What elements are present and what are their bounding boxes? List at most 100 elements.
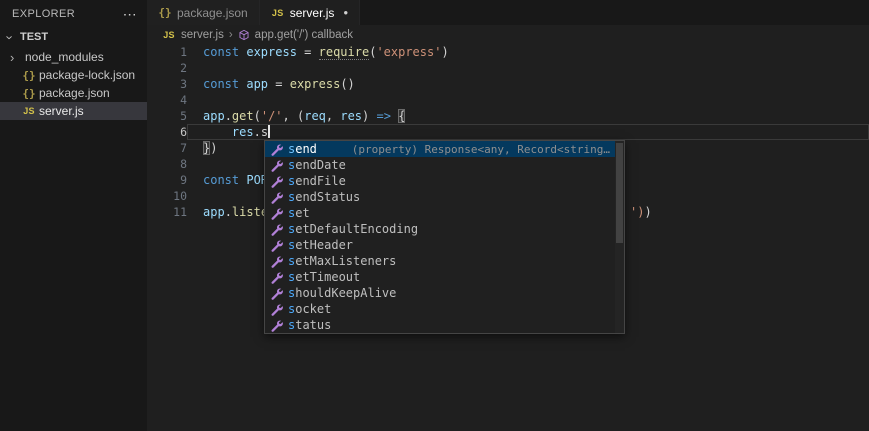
line-number[interactable]: 5 [147,108,187,124]
chevron-right-icon: › [10,49,15,65]
breadcrumb-file[interactable]: server.js [181,29,224,41]
code-text[interactable]: res.s [187,124,869,140]
explorer-item-server.js[interactable]: JS server.js [0,102,147,120]
tab-label: package.json [177,5,248,20]
suggestion-list: send (property) Response<any, Record<stri… [265,141,624,333]
line-number[interactable]: 4 [147,92,187,108]
explorer-item-package.json[interactable]: {} package.json [0,84,147,102]
code-line-2: 2 [147,60,869,76]
text-cursor [268,124,270,138]
file-tree: › node_modules{} package-lock.json{} packag… [0,48,147,120]
property-icon [268,158,284,172]
js-file-icon: JS [23,106,35,116]
code-token: require [318,45,370,60]
line-number[interactable]: 6 [147,124,187,140]
file-name: server.js [39,104,84,118]
json-file-icon: {} [158,6,172,19]
suggestion-label: status [288,318,332,332]
suggestion-label: shouldKeepAlive [288,286,397,300]
code-token: app [246,77,269,91]
property-icon [268,142,284,156]
explorer-item-node_modules[interactable]: › node_modules [0,48,147,66]
property-icon [268,254,284,268]
breadcrumb: JS server.js › app.get('/') callback [147,25,869,44]
code-line-1: 1 const express = require('express') [147,44,869,60]
code-text[interactable]: app.get('/', (req, res) => { [187,108,869,124]
code-token: () [340,77,355,91]
suggestion-setDefaultEncoding[interactable]: setDefaultEncoding [265,221,624,237]
workspace-name: TEST [20,31,49,43]
suggestion-sendStatus[interactable]: sendStatus [265,189,624,205]
code-line-3: 3 const app = express() [147,76,869,92]
suggestion-send[interactable]: send (property) Response<any, Record<stri… [265,141,624,157]
property-icon [268,222,284,236]
editor-group: {} package.json JS server.js ● JS server.js … [147,0,869,431]
suggest-scrollbar-thumb[interactable] [616,143,623,243]
code-text[interactable]: const app = express() [187,76,869,92]
tab-package.json[interactable]: {} package.json [147,0,260,25]
suggestion-label: socket [288,302,332,316]
vscode-window: EXPLORER ⋯ › TEST › node_modules{} package… [0,0,869,431]
chevron-down-icon: › [2,34,18,40]
code-token: app [203,109,225,123]
code-token: ( [253,109,261,123]
suggestion-sendFile[interactable]: sendFile [265,173,624,189]
code-token: req [304,109,326,123]
suggestion-sendDate[interactable]: sendDate [265,157,624,173]
code-token: res [340,109,363,123]
tab-bar: {} package.json JS server.js ● [147,0,869,25]
code-token: , [325,109,341,123]
suggestion-setMaxListeners[interactable]: setMaxListeners [265,253,624,269]
line-number[interactable]: 10 [147,188,187,204]
code-token: app [203,205,225,219]
code-token: const [203,173,240,187]
tab-server.js[interactable]: JS server.js ● [259,0,361,25]
suggestion-setHeader[interactable]: setHeader [265,237,624,253]
code-text[interactable]: const express = require('express') [187,44,869,60]
code-token: ) [644,205,652,219]
code-token: ) [210,141,218,155]
suggestion-label: send [288,142,317,156]
property-icon [268,286,284,300]
line-number[interactable]: 1 [147,44,187,60]
code-token: express [246,45,297,59]
workspace-section-header[interactable]: › TEST [0,28,147,46]
code-token: const [203,77,240,91]
code-token: liste [231,205,269,219]
tab-label: server.js [289,5,335,20]
suggestion-detail: (property) Response<any, Record<string… [351,142,610,156]
code-line-6: 6 res.s [147,124,869,140]
js-file-icon: JS [163,29,175,40]
property-icon [268,174,284,188]
code-token: 'express' [376,45,442,59]
suggestion-socket[interactable]: socket [265,301,624,317]
code-text[interactable] [187,92,869,108]
code-text[interactable] [187,60,869,76]
suggestion-status[interactable]: status [265,317,624,333]
breadcrumb-symbol[interactable]: app.get('/') callback [255,29,353,41]
suggestion-setTimeout[interactable]: setTimeout [265,269,624,285]
code-token: ') [630,205,645,219]
suggestion-set[interactable]: set [265,205,624,221]
line-number[interactable]: 9 [147,172,187,188]
json-file-icon: {} [22,68,36,82]
line-number[interactable]: 11 [147,204,187,220]
line-number[interactable]: 3 [147,76,187,92]
property-icon [268,302,284,316]
line-number[interactable]: 2 [147,60,187,76]
line-number[interactable]: 8 [147,156,187,172]
suggestion-shouldKeepAlive[interactable]: shouldKeepAlive [265,285,624,301]
suggestion-label: setMaxListeners [288,254,397,268]
code-editor[interactable]: 1 const express = require('express') 2 3 con… [147,44,869,431]
suggest-scrollbar[interactable] [615,141,624,333]
code-token: . [224,205,232,219]
code-token: res [231,125,254,139]
explorer-item-package-lock.json[interactable]: {} package-lock.json [0,66,147,84]
modified-dot-icon[interactable]: ● [343,8,348,17]
code-line-5: 5 app.get('/', (req, res) => { [147,108,869,124]
line-number[interactable]: 7 [147,140,187,156]
code-token: = [296,45,319,59]
file-name: package-lock.json [39,68,136,82]
more-actions-icon[interactable]: ⋯ [123,7,137,21]
